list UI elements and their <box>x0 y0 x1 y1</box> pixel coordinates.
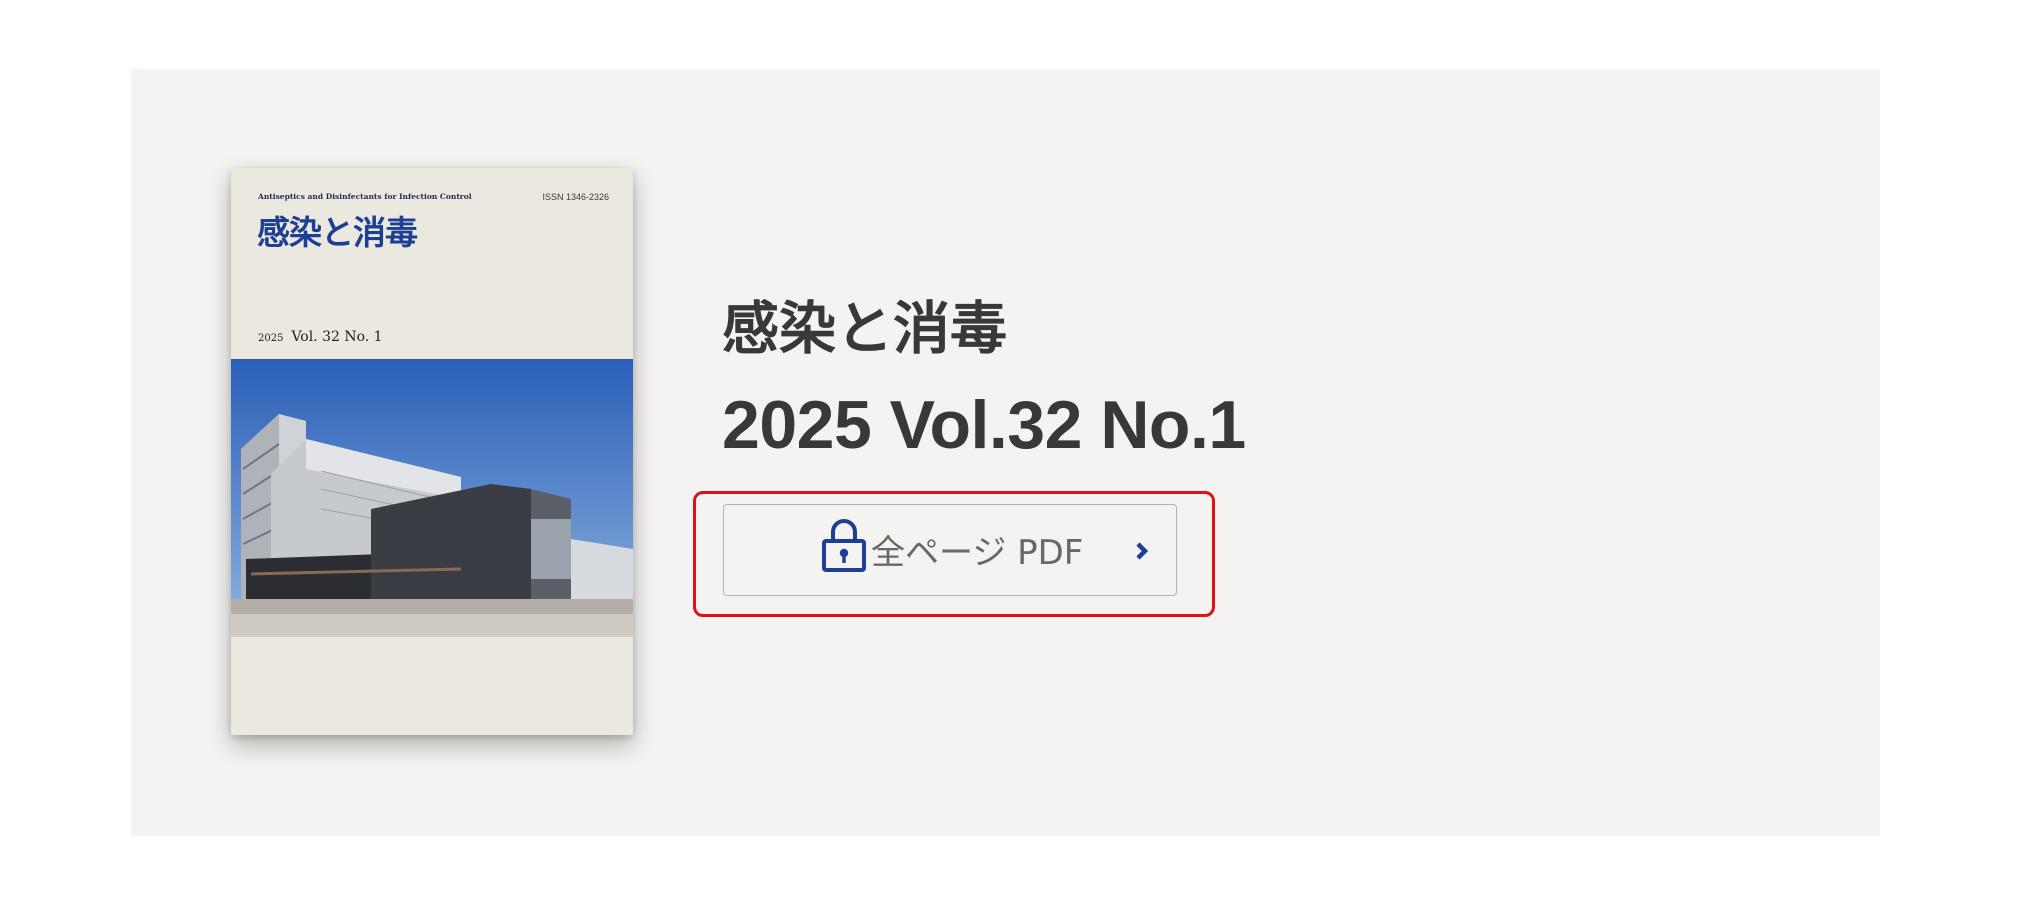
journal-cover-image[interactable]: Antiseptics and Disinfectants for Infect… <box>231 168 633 735</box>
cover-building-photo <box>231 359 633 637</box>
lock-icon <box>822 519 866 572</box>
full-pdf-download-button[interactable]: 全ページ PDF <box>723 504 1177 596</box>
cover-issn: ISSN 1346-2326 <box>542 192 609 202</box>
journal-title: 感染と消毒 <box>722 296 1007 362</box>
cover-year: 2025 <box>258 333 284 344</box>
cover-subtitle: Antiseptics and Disinfectants for Infect… <box>258 192 472 201</box>
issue-label: 2025 Vol.32 No.1 <box>722 387 1246 463</box>
chevron-right-icon <box>1136 542 1149 560</box>
cover-title: 感染と消毒 <box>257 213 418 252</box>
cover-volume-issue: Vol. 32 No. 1 <box>291 329 383 345</box>
cover-volume: 2025 Vol. 32 No. 1 <box>258 326 383 345</box>
pdf-button-label: 全ページ PDF <box>871 533 1084 573</box>
